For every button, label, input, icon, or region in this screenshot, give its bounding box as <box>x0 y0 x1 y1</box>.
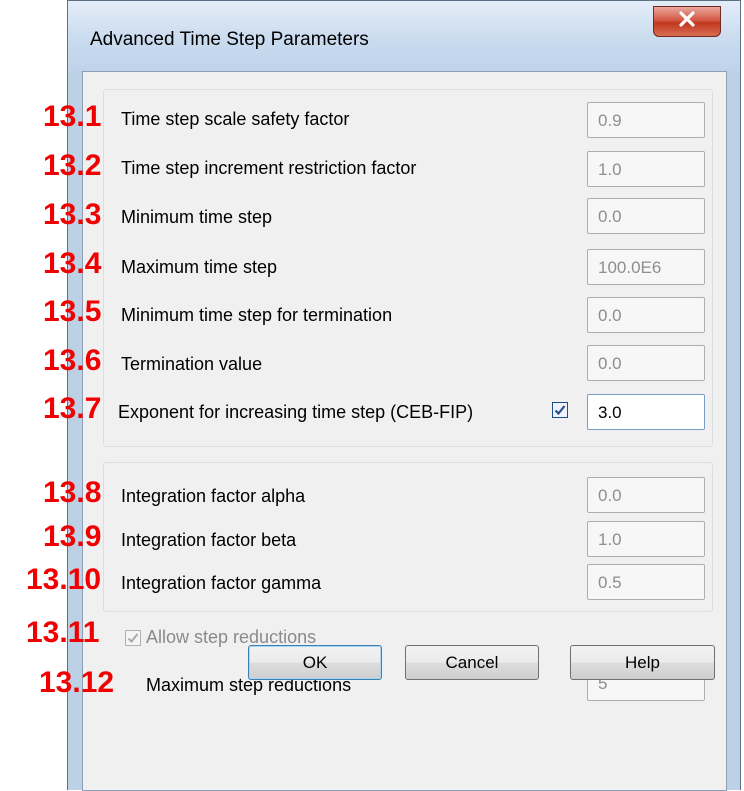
marker-13-9: 13.9 <box>43 520 102 553</box>
marker-13-4: 13.4 <box>43 247 102 280</box>
close-button[interactable] <box>653 6 721 37</box>
minimum-time-step-field[interactable]: 0.0 <box>587 198 705 234</box>
integration-factor-gamma-field[interactable]: 0.5 <box>587 564 705 600</box>
integration-factor-gamma-label: Integration factor gamma <box>121 573 322 593</box>
time-step-increment-restriction-factor-label: Time step increment restriction factor <box>121 158 417 178</box>
time-step-increment-restriction-factor-field[interactable]: 1.0 <box>587 151 705 187</box>
dialog-window: Advanced Time Step Parameters Time step … <box>67 0 741 791</box>
minimum-time-step-termination-label: Minimum time step for termination <box>121 305 393 325</box>
termination-value-field[interactable]: 0.0 <box>587 345 705 381</box>
exponent-increasing-time-step-label: Exponent for increasing time step (CEB-F… <box>118 402 474 422</box>
marker-13-10: 13.10 <box>26 563 102 596</box>
cancel-button[interactable]: Cancel <box>405 645 539 680</box>
marker-13-2: 13.2 <box>43 149 102 182</box>
marker-13-1: 13.1 <box>43 100 102 133</box>
exponent-enable-checkbox[interactable] <box>552 402 568 418</box>
integration-factor-alpha-field[interactable]: 0.0 <box>587 477 705 513</box>
integration-factor-alpha-label: Integration factor alpha <box>121 486 306 506</box>
time-step-scale-safety-factor-label: Time step scale safety factor <box>121 109 350 129</box>
exponent-increasing-time-step-field[interactable]: 3.0 <box>587 394 705 430</box>
ok-button[interactable]: OK <box>248 645 382 680</box>
maximum-time-step-field[interactable]: 100.0E6 <box>587 249 705 285</box>
time-step-scale-safety-factor-field[interactable]: 0.9 <box>587 102 705 138</box>
minimum-time-step-termination-field[interactable]: 0.0 <box>587 297 705 333</box>
marker-13-5: 13.5 <box>43 295 102 328</box>
dialog-title: Advanced Time Step Parameters <box>90 29 369 50</box>
integration-factor-beta-field[interactable]: 1.0 <box>587 521 705 557</box>
marker-13-6: 13.6 <box>43 344 102 377</box>
allow-step-reductions-checkbox[interactable] <box>125 630 141 646</box>
dialog-body: Time step scale safety factor 0.9 Time s… <box>82 71 727 791</box>
close-icon <box>678 11 696 32</box>
termination-value-label: Termination value <box>121 354 263 374</box>
help-button[interactable]: Help <box>570 645 715 680</box>
title-bar[interactable]: Advanced Time Step Parameters <box>68 1 740 71</box>
marker-13-12: 13.12 <box>39 666 115 699</box>
minimum-time-step-label: Minimum time step <box>121 207 273 227</box>
maximum-time-step-label: Maximum time step <box>121 257 278 277</box>
marker-13-8: 13.8 <box>43 476 102 509</box>
integration-factor-beta-label: Integration factor beta <box>121 530 297 550</box>
marker-13-11: 13.11 <box>26 616 100 649</box>
marker-13-7: 13.7 <box>43 392 102 425</box>
marker-13-3: 13.3 <box>43 198 102 231</box>
